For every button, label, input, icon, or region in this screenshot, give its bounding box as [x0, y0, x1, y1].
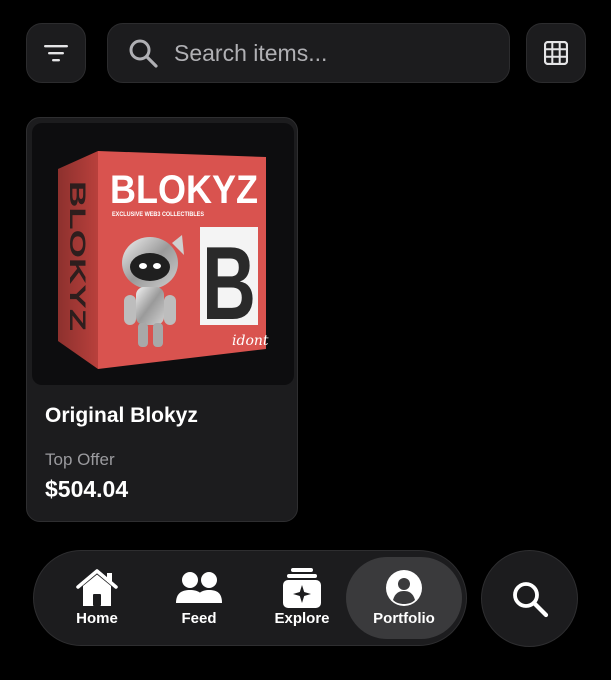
top-offer-label: Top Offer: [45, 450, 115, 469]
person-circle-icon: [386, 570, 422, 606]
search-icon: [129, 39, 158, 68]
tab-portfolio-label: Portfolio: [373, 610, 435, 627]
house-icon: [76, 569, 118, 606]
item-title: Original Blokyz: [45, 404, 198, 427]
signature: idont: [232, 333, 269, 349]
tab-home[interactable]: Home: [45, 557, 149, 639]
grid-view-button[interactable]: [526, 23, 586, 83]
tab-home-label: Home: [76, 610, 118, 627]
blokyz-box-art: BLOKYZ EXCLUSIVE WEB3 COLLECTIBLES BLOKY…: [58, 151, 269, 369]
box-letter-b: B: [202, 226, 256, 342]
people-icon: [176, 572, 222, 603]
search-bar[interactable]: [107, 23, 510, 83]
tab-portfolio[interactable]: Portfolio: [346, 557, 462, 639]
bottom-tab-bar: Home Feed Explore Portfolio: [33, 550, 467, 646]
tab-explore[interactable]: Explore: [250, 557, 354, 639]
top-toolbar: [26, 23, 586, 85]
sparkle-box-icon: [283, 568, 321, 608]
item-price: $504.04: [45, 476, 129, 502]
item-image: BLOKYZ EXCLUSIVE WEB3 COLLECTIBLES BLOKY…: [32, 123, 294, 385]
filter-icon: [44, 45, 68, 62]
grid-icon: [544, 41, 568, 65]
box-side-text: BLOKYZ: [65, 181, 90, 331]
box-tagline-text: EXCLUSIVE WEB3 COLLECTIBLES: [112, 212, 204, 218]
search-fab-button[interactable]: [481, 550, 578, 647]
search-icon: [512, 581, 548, 617]
box-brand-text: BLOKYZ: [110, 168, 258, 212]
search-input[interactable]: [172, 38, 506, 68]
tab-feed[interactable]: Feed: [147, 557, 251, 639]
tab-feed-label: Feed: [181, 610, 217, 627]
item-card[interactable]: BLOKYZ EXCLUSIVE WEB3 COLLECTIBLES BLOKY…: [26, 117, 298, 522]
tab-explore-label: Explore: [274, 610, 330, 627]
filter-button[interactable]: [26, 23, 86, 83]
